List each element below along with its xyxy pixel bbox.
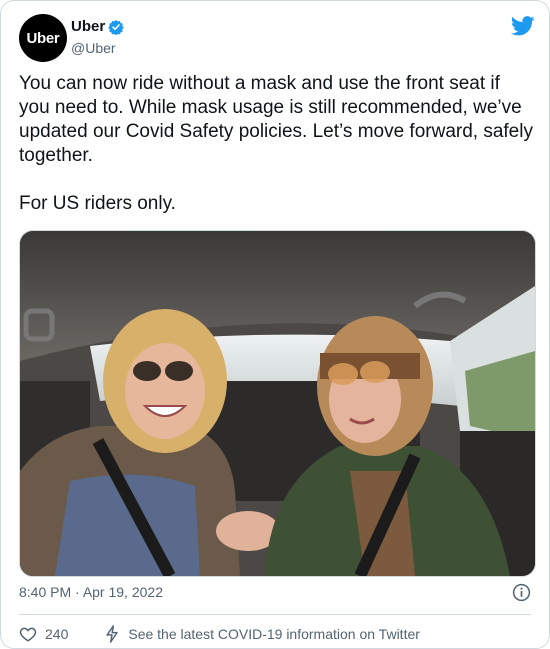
covid-info-link[interactable]: See the latest COVID-19 information on T… bbox=[104, 625, 420, 643]
heart-icon bbox=[19, 627, 37, 642]
meta-separator: · bbox=[71, 584, 83, 600]
tweet-time[interactable]: 8:40 PM bbox=[19, 584, 71, 600]
account-handle[interactable]: @Uber bbox=[71, 40, 116, 56]
like-count: 240 bbox=[45, 626, 69, 642]
account-name[interactable]: Uber bbox=[71, 18, 124, 35]
avatar-logo-text: Uber bbox=[26, 29, 60, 47]
display-name[interactable]: Uber bbox=[71, 18, 105, 35]
tweet-timestamp[interactable]: 8:40 PM · Apr 19, 2022 bbox=[19, 584, 163, 600]
lightning-icon bbox=[106, 625, 119, 643]
tweet-text: You can now ride without a mask and use … bbox=[19, 72, 534, 216]
covid-link-text[interactable]: See the latest COVID-19 information on T… bbox=[128, 626, 420, 642]
twitter-bird-icon[interactable] bbox=[511, 15, 535, 37]
info-icon[interactable] bbox=[512, 583, 531, 602]
like-button[interactable]: 240 bbox=[19, 625, 68, 643]
tweet-card: Uber Uber @Uber You can now ride without… bbox=[0, 0, 550, 649]
tweet-paragraph-2: For US riders only. bbox=[19, 193, 176, 214]
divider bbox=[19, 614, 531, 615]
uber-avatar[interactable]: Uber bbox=[19, 14, 67, 62]
tweet-actions: 240 See the latest COVID-19 information … bbox=[19, 623, 420, 645]
verified-badge-icon bbox=[108, 19, 124, 35]
photo-illustration-two-riders bbox=[20, 231, 535, 576]
tweet-photo[interactable] bbox=[19, 230, 536, 577]
tweet-paragraph-1: You can now ride without a mask and use … bbox=[19, 73, 533, 166]
tweet-date[interactable]: Apr 19, 2022 bbox=[83, 584, 163, 600]
